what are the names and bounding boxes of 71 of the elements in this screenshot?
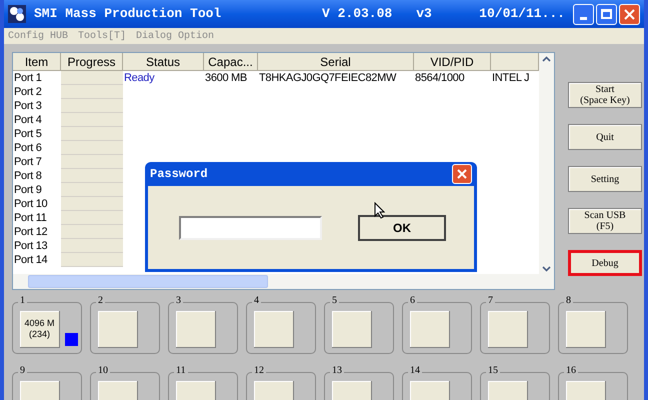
close-button[interactable] [619, 4, 640, 24]
progress-cell [61, 155, 123, 169]
column-header[interactable]: Progress [61, 53, 123, 71]
progress-cell [61, 239, 123, 253]
action-button[interactable]: Setting [568, 166, 642, 192]
table-cell-text: Port 8 [13, 169, 43, 183]
port-button[interactable] [566, 311, 606, 348]
horizontal-scrollbar[interactable] [13, 274, 554, 289]
column-header[interactable]: Capac... [204, 53, 258, 71]
table-cell-text: Port 12 [13, 225, 48, 239]
date-text: 10/01/11... [479, 5, 565, 24]
port-button[interactable]: 4096 M (234) [20, 311, 60, 348]
column-header[interactable]: Item [13, 53, 61, 71]
table-cell-text: Port 14 [13, 253, 48, 267]
progress-cell [61, 85, 123, 99]
table-cell-text: Port 13 [13, 239, 48, 253]
progress-cell [61, 141, 123, 155]
progress-cell [61, 211, 123, 225]
table-cell-text: Port 2 [13, 85, 43, 99]
table-cell-text: Port 9 [13, 183, 43, 197]
port-button[interactable] [332, 311, 372, 348]
progress-cell [61, 183, 123, 197]
vertical-scrollbar[interactable] [539, 53, 554, 275]
progress-cell [61, 99, 123, 113]
column-header[interactable]: Serial [258, 53, 414, 71]
progress-cell [61, 113, 123, 127]
table-cell-text: Port 4 [13, 113, 43, 127]
progress-cell [61, 253, 123, 267]
table-cell-text: 8564/1000 [414, 71, 466, 85]
table-cell-text: INTEL J [491, 71, 530, 85]
window-title: SMI Mass Production Tool [34, 5, 222, 24]
action-button[interactable]: Debug [568, 250, 642, 276]
close-icon [624, 8, 635, 20]
action-button[interactable]: Start (Space Key) [568, 82, 642, 108]
password-field[interactable] [179, 216, 322, 240]
ok-button[interactable]: OK [358, 214, 446, 240]
table-cell-text: Port 7 [13, 155, 43, 169]
progress-cell [61, 169, 123, 183]
table-cell-text: Ready [123, 71, 156, 85]
port-button[interactable] [254, 311, 294, 348]
port-button[interactable] [410, 311, 450, 348]
app-logo-icon [8, 5, 26, 23]
dialog-close-button[interactable] [452, 164, 472, 184]
progress-cell [61, 127, 123, 141]
port-button[interactable] [98, 311, 138, 348]
table-cell-text: Port 6 [13, 141, 43, 155]
scroll-down-icon[interactable] [542, 266, 551, 272]
column-header[interactable]: Status [123, 53, 204, 71]
close-icon [457, 169, 467, 179]
action-button[interactable]: Scan USB (F5) [568, 208, 642, 234]
minimize-button[interactable] [573, 4, 594, 24]
table-cell-text: 3600 MB [204, 71, 248, 85]
version-text: V 2.03.08 [322, 5, 392, 24]
dialog-title: Password [150, 166, 208, 183]
port-button[interactable] [176, 311, 216, 348]
maximize-button[interactable] [596, 4, 617, 24]
table-cell-text: Port 11 [13, 211, 48, 225]
table-cell-text: T8HKAGJ0GQ7FEIEC82MW [258, 71, 398, 85]
table-cell-text: Port 3 [13, 99, 43, 113]
progress-cell [61, 197, 123, 211]
table-cell-text: Port 5 [13, 127, 43, 141]
column-header[interactable]: VID/PID [414, 53, 491, 71]
table-cell-text: Port 10 [13, 197, 48, 211]
progress-cell [61, 71, 123, 85]
table-cell-text: Port 1 [13, 71, 43, 85]
mouse-pointer-icon [374, 202, 385, 219]
progress-cell [61, 225, 123, 239]
port-button[interactable] [488, 311, 528, 348]
action-button[interactable]: Quit [568, 124, 642, 150]
scroll-up-icon[interactable] [542, 56, 551, 62]
build-text: v3 [416, 5, 432, 24]
